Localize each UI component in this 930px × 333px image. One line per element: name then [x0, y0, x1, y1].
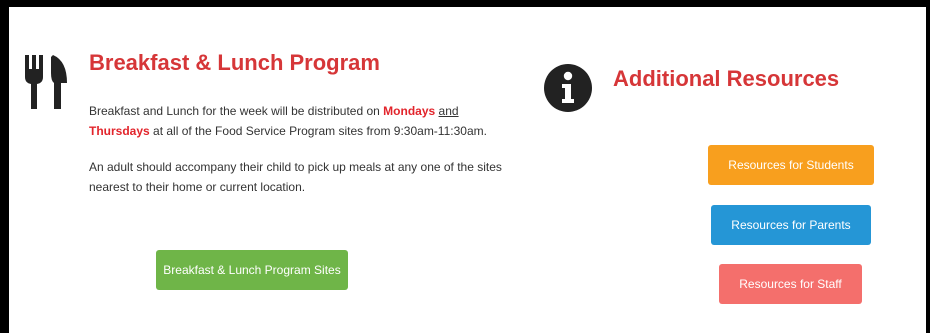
parents-resources-button[interactable]: Resources for Parents — [711, 205, 871, 245]
description-text: Breakfast and Lunch for the week will be… — [89, 104, 384, 118]
description-text-2: at all of the Food Service Program sites… — [149, 124, 487, 138]
students-resources-button[interactable]: Resources for Students — [708, 145, 874, 185]
day-mondays: Mondays — [383, 104, 436, 118]
day-thursdays: Thursdays — [89, 124, 150, 138]
resources-title: Additional Resources — [613, 66, 840, 91]
info-icon — [544, 64, 592, 112]
fork-knife-icon — [25, 55, 67, 109]
content-panel: Breakfast & Lunch Program Breakfast and … — [9, 7, 926, 333]
program-description: Breakfast and Lunch for the week will be… — [89, 101, 529, 141]
program-note: An adult should accompany their child to… — [89, 160, 502, 194]
program-title: Breakfast & Lunch Program — [89, 50, 380, 75]
program-sites-button[interactable]: Breakfast & Lunch Program Sites — [156, 250, 348, 290]
staff-resources-button[interactable]: Resources for Staff — [719, 264, 862, 304]
and-text: and — [438, 104, 459, 118]
